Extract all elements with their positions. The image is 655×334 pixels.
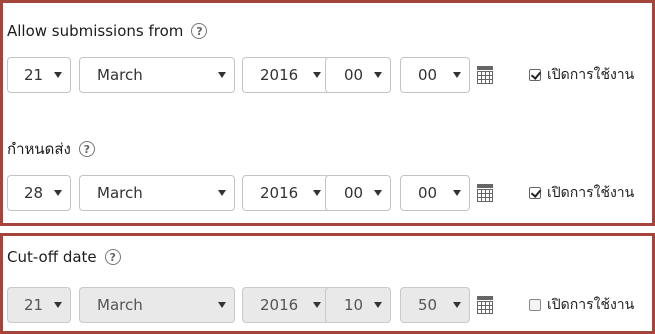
chevron-down-icon [374, 190, 382, 196]
enable-label: เปิดการใช้งาน [547, 185, 635, 201]
minute-value: 00 [418, 184, 438, 202]
help-icon[interactable]: ? [78, 141, 95, 157]
chevron-down-icon [313, 302, 321, 308]
hour-value: 00 [344, 66, 364, 84]
year-select[interactable]: 2016 [242, 287, 330, 323]
chevron-down-icon [374, 302, 382, 308]
month-value: March [97, 296, 143, 314]
help-icon[interactable]: ? [191, 23, 208, 39]
month-value: March [97, 184, 143, 202]
chevron-down-icon [313, 190, 321, 196]
year-value: 2016 [260, 184, 299, 202]
day-select[interactable]: 28 [7, 175, 71, 211]
cutoff-date-label: Cut-off date [7, 248, 97, 266]
day-select[interactable]: 21 [7, 287, 71, 323]
hour-select[interactable]: 00 [325, 57, 391, 93]
enable-checkbox-row[interactable]: เปิดการใช้งาน [529, 57, 634, 93]
hour-select[interactable]: 10 [325, 287, 391, 323]
due-date-selector: 28 March 2016 00 00 เปิดการใช้งาน [7, 175, 655, 211]
minute-select[interactable]: 00 [400, 57, 470, 93]
enable-checkbox[interactable] [529, 299, 541, 311]
chevron-down-icon [218, 190, 226, 196]
chevron-down-icon [453, 72, 461, 78]
month-select[interactable]: March [79, 175, 235, 211]
enable-checkbox[interactable] [529, 187, 541, 199]
month-select[interactable]: March [79, 287, 235, 323]
minute-select[interactable]: 00 [400, 175, 470, 211]
enable-label: เปิดการใช้งาน [547, 297, 635, 313]
day-value: 21 [24, 66, 44, 84]
allow-submissions-from-date-selector: 21 March 2016 00 00 เปิดการใช้งาน [7, 57, 655, 93]
hour-value: 00 [344, 184, 364, 202]
enable-checkbox-row[interactable]: เปิดการใช้งาน [529, 287, 634, 323]
year-select[interactable]: 2016 [242, 57, 330, 93]
minute-value: 00 [418, 66, 438, 84]
month-select[interactable]: March [79, 57, 235, 93]
hour-select[interactable]: 00 [325, 175, 391, 211]
month-value: March [97, 66, 143, 84]
allow-submissions-from-label-row: Allow submissions from ? [7, 22, 208, 40]
cutoff-date-selector: 21 March 2016 10 50 เปิดการใช้งาน [7, 287, 655, 323]
year-value: 2016 [260, 296, 299, 314]
chevron-down-icon [453, 190, 461, 196]
enable-label: เปิดการใช้งาน [547, 67, 635, 83]
calendar-icon[interactable] [477, 184, 493, 202]
chevron-down-icon [218, 302, 226, 308]
calendar-icon[interactable] [477, 66, 493, 84]
help-icon[interactable]: ? [104, 249, 121, 265]
chevron-down-icon [54, 302, 62, 308]
year-select[interactable]: 2016 [242, 175, 330, 211]
enable-checkbox-row[interactable]: เปิดการใช้งาน [529, 175, 634, 211]
year-value: 2016 [260, 66, 299, 84]
day-select[interactable]: 21 [7, 57, 71, 93]
calendar-icon[interactable] [477, 296, 493, 314]
allow-submissions-from-label: Allow submissions from [7, 22, 184, 40]
cutoff-date-label-row: Cut-off date ? [7, 248, 121, 266]
hour-value: 10 [344, 296, 364, 314]
due-date-label-row: กำหนดส่ง ? [7, 137, 95, 161]
minute-select[interactable]: 50 [400, 287, 470, 323]
day-value: 21 [24, 296, 44, 314]
enable-checkbox[interactable] [529, 69, 541, 81]
chevron-down-icon [54, 72, 62, 78]
chevron-down-icon [374, 72, 382, 78]
day-value: 28 [24, 184, 44, 202]
chevron-down-icon [453, 302, 461, 308]
chevron-down-icon [218, 72, 226, 78]
due-date-label: กำหนดส่ง [7, 140, 71, 158]
chevron-down-icon [54, 190, 62, 196]
chevron-down-icon [313, 72, 321, 78]
minute-value: 50 [418, 296, 438, 314]
